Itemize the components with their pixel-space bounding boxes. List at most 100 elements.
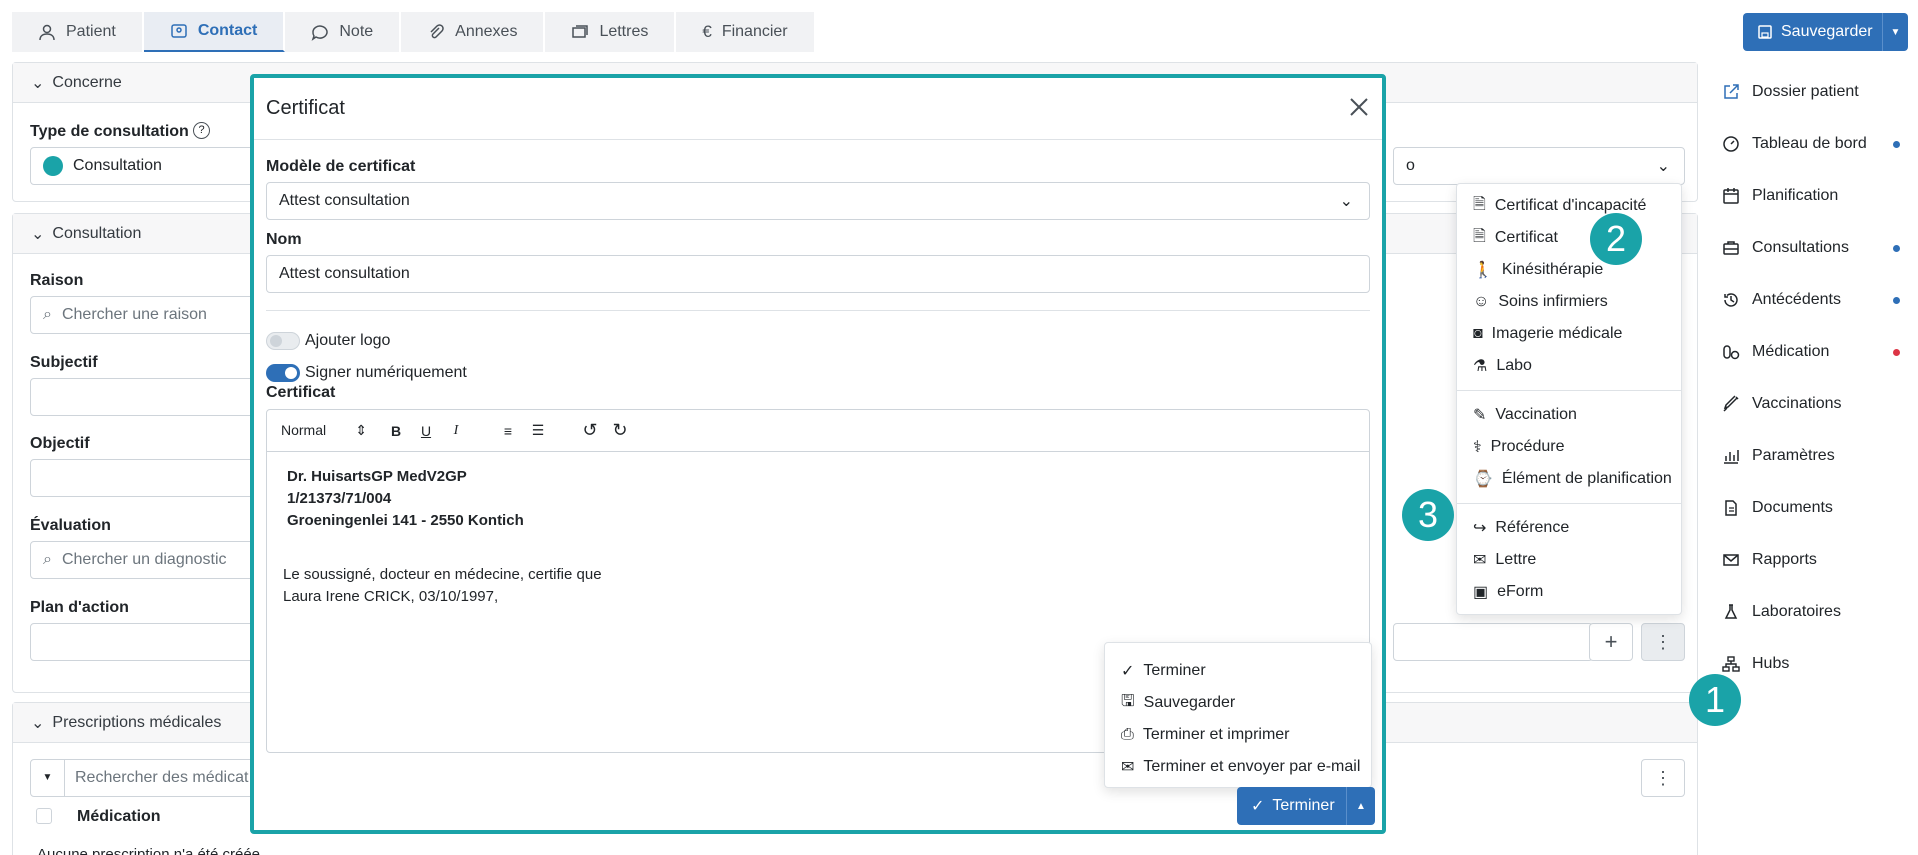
ordered-list-button[interactable]: ≡ — [497, 420, 519, 442]
format-value: Normal — [281, 422, 327, 438]
check-icon: ✓ — [1251, 798, 1265, 815]
model-select[interactable]: Attest consultation ⌄ — [266, 182, 1370, 220]
mail-icon — [1723, 554, 1739, 566]
sidebar-item-laboratoires[interactable]: Laboratoires — [1710, 586, 1910, 638]
model-value: Attest consultation — [279, 192, 410, 209]
raison-search[interactable]: ⌕ Chercher une raison — [30, 296, 270, 334]
menu-item-reference[interactable]: ↪ Référence — [1457, 512, 1681, 544]
callout-badge-1: 1 — [1689, 674, 1741, 726]
save-icon: 🖫 — [1121, 692, 1135, 710]
menu-item-kinesitherapie[interactable]: 🚶 Kinésithérapie — [1457, 254, 1681, 286]
undo-icon[interactable]: ↺ — [579, 420, 601, 442]
section-title: Concerne — [52, 73, 122, 91]
submenu-sauvegarder[interactable]: 🖫 Sauvegarder — [1105, 687, 1371, 719]
sidebar-item-dossier[interactable]: Dossier patient — [1710, 66, 1910, 118]
menu-divider — [1457, 503, 1681, 504]
right-select[interactable]: o ⌄ — [1393, 147, 1685, 185]
sidebar-item-documents[interactable]: Documents — [1710, 482, 1910, 534]
tab-annexes[interactable]: Annexes — [401, 12, 546, 52]
mail-icon: ✉ — [1473, 552, 1487, 569]
close-icon[interactable] — [1346, 94, 1372, 120]
more-button[interactable]: ⋮ — [1641, 759, 1685, 797]
plan-right-field[interactable] — [1393, 623, 1593, 661]
menu-label: eForm — [1497, 583, 1544, 600]
menu-label: Procédure — [1490, 438, 1565, 455]
syringe-icon — [1723, 395, 1739, 412]
add-button[interactable]: + — [1589, 623, 1633, 661]
briefcase-icon — [1723, 241, 1739, 255]
person-clock-icon: ⌚ — [1473, 471, 1493, 488]
sidebar-item-planification[interactable]: Planification — [1710, 170, 1910, 222]
menu-item-lettre[interactable]: ✉ Lettre — [1457, 544, 1681, 576]
file-icon: 🗎 — [1473, 227, 1486, 245]
raison-placeholder: Chercher une raison — [61, 306, 207, 323]
document-icon — [1725, 500, 1737, 516]
menu-label: Vaccination — [1495, 406, 1577, 423]
submenu-terminer[interactable]: ✓ Terminer — [1105, 655, 1371, 687]
sidebar-item-consultations[interactable]: Consultations — [1710, 222, 1910, 274]
tab-financier[interactable]: € Financier — [676, 12, 816, 52]
select-all-checkbox[interactable] — [36, 808, 52, 824]
menu-item-certificat[interactable]: 🗎 Certificat — [1457, 222, 1681, 254]
editor-body[interactable]: Dr. HuisartsGP MedV2GP 1/21373/71/004 Gr… — [267, 452, 1369, 622]
finish-dropdown-caret[interactable]: ▲ — [1347, 801, 1375, 812]
evaluation-search[interactable]: ⌕ Chercher un diagnostic — [30, 541, 270, 579]
sidebar-label: Documents — [1752, 499, 1833, 516]
medication-search[interactable]: ▼ Rechercher des médicat — [30, 759, 270, 797]
chevron-down-icon: ⌄ — [31, 225, 45, 243]
plan-field[interactable] — [30, 623, 270, 661]
tab-note[interactable]: Note — [285, 12, 402, 52]
tab-contact[interactable]: Contact — [143, 12, 286, 52]
name-input[interactable]: Attest consultation — [266, 255, 1370, 293]
patient-line: Laura Irene CRICK, 03/10/1997, — [283, 588, 499, 605]
tab-patient[interactable]: Patient — [12, 12, 144, 52]
menu-item-soins[interactable]: ☺ Soins infirmiers — [1457, 286, 1681, 318]
tab-lettres[interactable]: Lettres — [545, 12, 677, 52]
updown-icon: ⇕ — [355, 422, 367, 438]
finish-button[interactable]: ✓ Terminer ▲ — [1237, 787, 1375, 825]
right-select-value: o — [1406, 157, 1415, 174]
sidebar-item-vaccinations[interactable]: Vaccinations — [1710, 378, 1910, 430]
menu-item-planification[interactable]: ⌚ Élément de planification — [1457, 463, 1681, 495]
submenu-email[interactable]: ✉ Terminer et envoyer par e-mail — [1105, 751, 1371, 783]
redo-icon[interactable]: ↻ — [609, 420, 631, 442]
logo-label: Ajouter logo — [305, 332, 391, 349]
calendar-icon — [1723, 188, 1739, 204]
sidebar-item-tableau[interactable]: Tableau de bord — [1710, 118, 1910, 170]
sidebar-label: Tableau de bord — [1752, 135, 1867, 152]
format-select[interactable]: Normal ⇕ — [281, 422, 367, 439]
italic-button[interactable]: I — [445, 420, 467, 442]
menu-item-vaccination[interactable]: ✎ Vaccination — [1457, 399, 1681, 431]
sidebar-item-rapports[interactable]: Rapports — [1710, 534, 1910, 586]
menu-label: Imagerie médicale — [1491, 325, 1623, 342]
menu-item-imagerie[interactable]: ◙ Imagerie médicale — [1457, 318, 1681, 350]
menu-item-incapacite[interactable]: 🗎 Certificat d'incapacité — [1457, 190, 1681, 222]
underline-button[interactable]: U — [415, 420, 437, 442]
menu-item-labo[interactable]: ⚗ Labo — [1457, 350, 1681, 382]
type-select[interactable]: Consultation — [30, 147, 270, 185]
submenu-imprimer[interactable]: ⎙ Terminer et imprimer — [1105, 719, 1371, 751]
toggle-knob — [285, 367, 297, 379]
logo-toggle[interactable] — [266, 332, 300, 350]
sidebar-item-parametres[interactable]: Paramètres — [1710, 430, 1910, 482]
sidebar-item-medication[interactable]: Médication — [1710, 326, 1910, 378]
sidebar-item-hubs[interactable]: Hubs — [1710, 638, 1910, 690]
bullet-list-button[interactable]: ☰ — [527, 420, 549, 442]
save-button[interactable]: Sauvegarder ▼ — [1743, 13, 1908, 51]
subjectif-field[interactable] — [30, 378, 270, 416]
objectif-field[interactable] — [30, 459, 270, 497]
dropdown-caret-icon[interactable]: ▼ — [31, 760, 65, 796]
save-dropdown-caret[interactable]: ▼ — [1883, 27, 1908, 38]
more-button[interactable]: ⋮ — [1641, 623, 1685, 661]
sign-toggle[interactable] — [266, 364, 300, 382]
menu-item-procedure[interactable]: ⚕ Procédure — [1457, 431, 1681, 463]
tab-label: Annexes — [455, 23, 518, 40]
certificat-label: Certificat — [266, 384, 336, 401]
letters-icon — [572, 25, 589, 38]
sidebar-item-antecedents[interactable]: Antécédents — [1710, 274, 1910, 326]
menu-item-eform[interactable]: ▣ eForm — [1457, 576, 1681, 608]
sidebar-label: Hubs — [1752, 655, 1790, 672]
syringe-icon: ✎ — [1473, 407, 1487, 424]
tab-label: Note — [339, 23, 374, 40]
bold-button[interactable]: B — [385, 420, 407, 442]
